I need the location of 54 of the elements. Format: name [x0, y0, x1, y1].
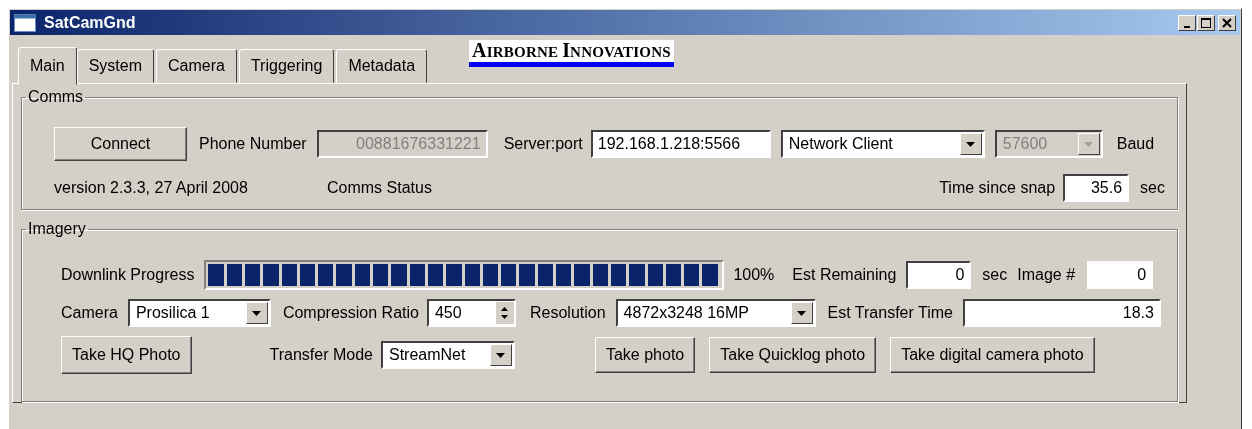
field-label: Est Transfer Time: [827, 304, 953, 322]
camera-dropdown[interactable]: Prosilica 1: [127, 299, 271, 327]
remaining-field[interactable]: 0: [906, 261, 972, 289]
unit-label: Baud: [1116, 135, 1155, 153]
window-icon: [14, 13, 36, 32]
field-label: Downlink Progress: [61, 266, 195, 284]
tab[interactable]: Triggering: [238, 49, 335, 83]
hq-photo-button[interactable]: Take HQ Photo: [61, 336, 192, 374]
image-number-field[interactable]: 0: [1087, 261, 1154, 289]
minimize-icon: [1184, 25, 1190, 28]
field-label: Phone Number: [199, 135, 307, 153]
server-field[interactable]: 192.168.1.218:5566: [590, 130, 771, 158]
connect-button[interactable]: Connect: [54, 127, 187, 161]
close-icon: [1222, 17, 1232, 28]
maximize-button[interactable]: [1197, 14, 1215, 31]
mode-dropdown[interactable]: Network Client: [780, 130, 985, 158]
maximize-icon: [1201, 17, 1211, 28]
dropdown-arrow-icon: [797, 310, 807, 316]
close-button[interactable]: [1218, 14, 1236, 31]
group-title: Comms: [27, 88, 85, 106]
field-label: Time since snap: [939, 179, 1056, 197]
progress-percent: 100%: [733, 266, 775, 284]
photo-button[interactable]: Take Quicklog photo: [709, 337, 877, 373]
field-label: Compression Ratio: [282, 304, 419, 322]
tab[interactable]: Main: [18, 47, 77, 85]
transfer-time-field[interactable]: 18.3: [962, 299, 1161, 327]
field-label: Resolution: [529, 304, 606, 322]
time-field[interactable]: 35.6: [1063, 174, 1130, 202]
compression-spinner[interactable]: 450: [426, 299, 516, 327]
unit-label: sec: [982, 266, 1008, 284]
dropdown-arrow-icon: [496, 352, 506, 358]
tab[interactable]: Camera: [156, 49, 237, 83]
field-label: Est Remaining: [792, 266, 897, 284]
tab[interactable]: System: [76, 49, 155, 83]
photo-button[interactable]: Take digital camera photo: [890, 337, 1095, 373]
dropdown-arrow-icon: [966, 141, 976, 147]
status-text: Comms Status: [327, 179, 432, 197]
dropdown-arrow-icon: [252, 310, 262, 316]
field-label: Transfer Mode: [269, 346, 373, 364]
group-title: Imagery: [27, 220, 87, 238]
field-label: Image #: [1017, 266, 1076, 284]
spin-arrows-icon: [500, 304, 510, 322]
window-title: SatCamGnd: [44, 13, 136, 32]
unit-label: sec: [1140, 179, 1165, 197]
photo-button[interactable]: Take photo: [594, 337, 696, 373]
field-label: Server:port: [503, 135, 583, 153]
tab[interactable]: Metadata: [336, 49, 428, 83]
logo: AIRBORNE INNOVATIONS: [469, 40, 674, 67]
transfer-mode-dropdown[interactable]: StreamNet: [380, 341, 515, 369]
dropdown-arrow-icon: [1084, 141, 1094, 147]
field-label: Camera: [61, 304, 118, 322]
resolution-dropdown[interactable]: 4872x3248 16MP: [615, 299, 816, 327]
minimize-button[interactable]: [1178, 14, 1196, 31]
version-text: version 2.3.3, 27 April 2008: [54, 179, 249, 197]
